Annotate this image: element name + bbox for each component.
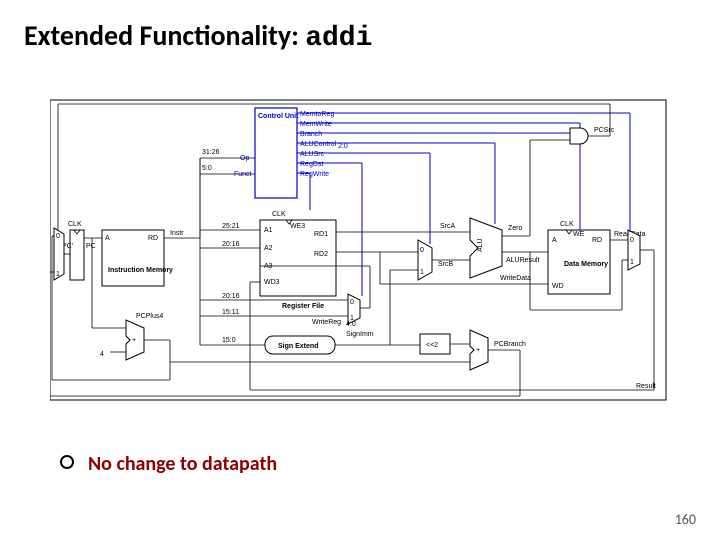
lbl-regfile: Register File: [282, 303, 324, 310]
sig-memwrite: MemWrite: [300, 121, 332, 128]
sig-alusrc: ALUSrc: [300, 151, 325, 158]
bullet-icon: [60, 455, 74, 469]
lbl-pcsrc: PCSrc: [594, 127, 615, 134]
lbl-instr-mem: Instruction Memory: [108, 267, 173, 274]
lbl-bits-2016: 20:16: [222, 241, 240, 248]
lbl-bits-50: 5:0: [202, 165, 212, 172]
svg-text:+: +: [476, 347, 480, 354]
mux-srcb-1: 1: [420, 269, 424, 276]
lbl-bits-2016b: 20:16: [222, 293, 240, 300]
lbl-rd2: RD2: [314, 251, 328, 258]
lbl-signimm: SignImm: [346, 331, 374, 338]
lbl-op: Op: [240, 155, 249, 162]
lbl-writereg-sub: 4:0: [346, 321, 356, 328]
lbl-shift: <<2: [426, 342, 438, 349]
lbl-pcbranch: PCBranch: [494, 341, 526, 348]
lbl-dm-wd: WD: [552, 283, 564, 290]
lbl-result: Result: [636, 383, 656, 390]
lbl-alu: ALU: [477, 238, 484, 252]
lbl-bits-2521: 25:21: [222, 223, 240, 230]
sig-alucontrol: ALUControl: [300, 141, 337, 148]
lbl-im-a: A: [105, 235, 110, 242]
lbl-funct: Funct: [234, 171, 252, 178]
lbl-pcplus4: PCPlus4: [136, 313, 163, 320]
lbl-we3: WE3: [290, 223, 305, 230]
lbl-pc: PC: [86, 243, 96, 250]
bullet-text: No change to datapath: [88, 452, 277, 476]
lbl-four: 4: [100, 351, 104, 358]
lbl-dm-rd: RD: [592, 237, 602, 244]
lbl-bits-1511: 15:11: [222, 309, 239, 316]
lbl-instr: Instr: [170, 230, 184, 237]
page-number: 160: [675, 511, 696, 528]
sig-memtoreg: MemtoReg: [300, 111, 334, 118]
lbl-dm-we: WE: [573, 231, 585, 238]
lbl-srca: SrcA: [440, 223, 456, 230]
lbl-a3: A3: [264, 263, 273, 270]
lbl-aluresult: ALUResult: [506, 257, 540, 264]
lbl-clk-pc: CLK: [68, 221, 82, 228]
mux-wr-0: 0: [350, 299, 354, 306]
lbl-dm-a: A: [552, 237, 557, 244]
mux-res-1: 1: [630, 259, 634, 266]
sig-branch: Branch: [300, 131, 322, 138]
mux-pc-0: 0: [56, 233, 60, 240]
lbl-zero: Zero: [508, 225, 523, 232]
lbl-bits-3126: 31:26: [202, 149, 220, 156]
svg-text:+: +: [132, 337, 136, 344]
lbl-a1: A1: [264, 227, 273, 234]
datapath-diagram: PC' PC CLK 0 1 A RD Instruction Memory I…: [50, 80, 670, 420]
title-prefix: Extended Functionality:: [24, 18, 305, 53]
lbl-clk-dm: CLK: [560, 221, 574, 228]
lbl-rd1: RD1: [314, 231, 328, 238]
title-mono: addi: [305, 23, 372, 54]
mux-res-0: 0: [630, 237, 634, 244]
lbl-bits-150: 15:0: [222, 337, 236, 344]
lbl-a2: A2: [264, 245, 273, 252]
mux-pc-1: 1: [56, 271, 60, 278]
lbl-im-rd: RD: [148, 235, 158, 242]
lbl-writereg: WriteReg: [312, 319, 341, 326]
lbl-control: Control Unit: [258, 113, 299, 120]
lbl-writedata: WriteData: [500, 275, 531, 282]
sig-alucontrol-sub: 2:0: [338, 143, 348, 150]
bullet-row: No change to datapath: [60, 452, 277, 476]
sig-regwrite: RegWrite: [300, 171, 329, 178]
lbl-signext: Sign Extend: [278, 343, 318, 350]
lbl-clk-rf: CLK: [272, 211, 286, 218]
sig-regdst: RegDst: [300, 161, 323, 168]
lbl-srcb: SrcB: [438, 261, 454, 268]
mux-srcb-0: 0: [420, 247, 424, 254]
page-title: Extended Functionality: addi: [24, 18, 372, 54]
lbl-wd3: WD3: [264, 279, 280, 286]
lbl-datamem: Data Memory: [564, 261, 608, 268]
